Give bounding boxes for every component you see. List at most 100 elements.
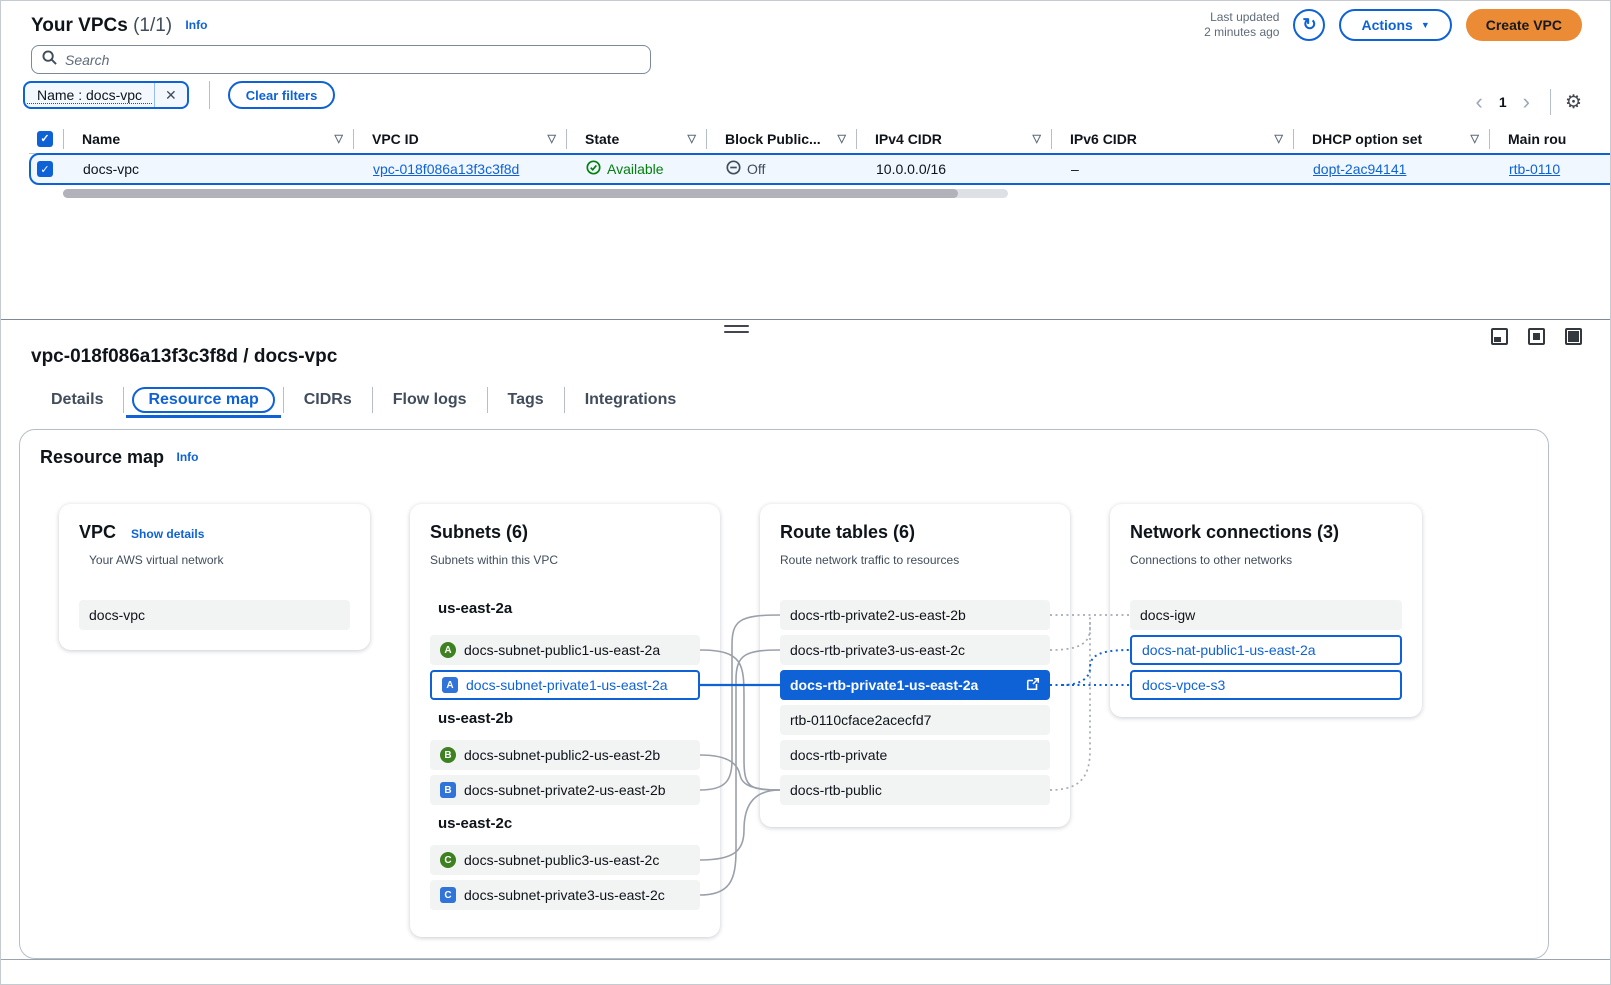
route-table-node[interactable]: docs-rtb-public: [780, 775, 1050, 805]
column-filter-icon[interactable]: ▽: [1275, 132, 1283, 145]
connection-node-igw[interactable]: docs-igw: [1130, 600, 1402, 630]
cell-dhcp-option-set: dopt-2ac94141: [1295, 161, 1491, 177]
route-table-node-selected[interactable]: docs-rtb-private1-us-east-2a: [780, 670, 1050, 700]
column-filter-icon[interactable]: ▽: [1471, 132, 1479, 145]
split-panel-title: vpc-018f086a13f3c3f8d / docs-vpc: [31, 346, 337, 368]
refresh-icon: ↻: [1302, 15, 1316, 35]
tab-cidrs[interactable]: CIDRs: [284, 391, 372, 409]
az-c-public-badge: C: [440, 852, 456, 868]
actions-button[interactable]: Actions ▼: [1339, 9, 1451, 41]
column-label: DHCP option set: [1312, 131, 1422, 147]
column-label: Main rou: [1508, 131, 1566, 147]
table-settings-gear-icon[interactable]: ⚙: [1565, 91, 1582, 114]
off-status-icon: [726, 160, 741, 178]
route-table-node[interactable]: docs-rtb-private2-us-east-2b: [780, 600, 1050, 630]
info-link[interactable]: Info: [185, 18, 207, 32]
main-route-link[interactable]: rtb-0110: [1509, 161, 1560, 177]
route-table-node[interactable]: docs-rtb-private: [780, 740, 1050, 770]
previous-page-icon[interactable]: ‹: [1470, 92, 1489, 112]
cell-state: Available: [568, 160, 708, 178]
resource-map-info-link[interactable]: Info: [177, 450, 199, 464]
filter-token-separator: [154, 81, 155, 109]
subnet-label: docs-subnet-public2-us-east-2b: [464, 747, 660, 763]
subnet-node-public1[interactable]: A docs-subnet-public1-us-east-2a: [430, 635, 700, 665]
subnet-label: docs-subnet-private1-us-east-2a: [466, 677, 668, 693]
vpc-id-link[interactable]: vpc-018f086a13f3c3f8d: [373, 161, 519, 177]
column-label: Block Public...: [725, 131, 821, 147]
column-label: IPv6 CIDR: [1070, 131, 1137, 147]
subnet-node-private2[interactable]: B docs-subnet-private2-us-east-2b: [430, 775, 700, 805]
column-header-name[interactable]: Name ▽: [63, 129, 353, 149]
available-status-icon: [586, 160, 601, 178]
filter-token: Name : docs-vpc ✕: [23, 81, 189, 109]
horizontal-scrollbar-thumb[interactable]: [63, 189, 958, 198]
column-label: State: [585, 131, 619, 147]
column-header-ipv4-cidr[interactable]: IPv4 CIDR ▽: [856, 129, 1051, 149]
column-filter-icon[interactable]: ▽: [688, 132, 696, 145]
page-number[interactable]: 1: [1495, 94, 1511, 110]
select-all-checkbox[interactable]: ✓: [37, 131, 53, 147]
column-header-vpc-id[interactable]: VPC ID ▽: [353, 129, 566, 149]
panel-position-side-icon[interactable]: [1528, 328, 1545, 345]
subnet-node-private1-selected[interactable]: A docs-subnet-private1-us-east-2a: [430, 670, 700, 700]
network-connections-card-title: Network connections (3): [1110, 504, 1422, 543]
create-vpc-button[interactable]: Create VPC: [1466, 9, 1582, 41]
az-a-public-badge: A: [440, 642, 456, 658]
column-filter-icon[interactable]: ▽: [1033, 132, 1041, 145]
filter-token-close-icon[interactable]: ✕: [155, 87, 187, 104]
column-header-dhcp-option-set[interactable]: DHCP option set ▽: [1293, 129, 1489, 149]
tab-tags[interactable]: Tags: [488, 391, 564, 409]
az-b-private-badge: B: [440, 782, 456, 798]
horizontal-scrollbar-track[interactable]: [63, 189, 1008, 198]
column-header-state[interactable]: State ▽: [566, 129, 706, 149]
refresh-button[interactable]: ↻: [1293, 9, 1325, 41]
filter-token-label[interactable]: Name : docs-vpc: [27, 87, 152, 104]
vpc-card-subtitle: Your AWS virtual network: [59, 543, 370, 567]
split-panel-drag-handle-icon[interactable]: [724, 325, 749, 337]
route-table-node[interactable]: docs-rtb-private3-us-east-2c: [780, 635, 1050, 665]
connection-node-vpce-highlighted[interactable]: docs-vpce-s3: [1130, 670, 1402, 700]
column-filter-icon[interactable]: ▽: [335, 132, 343, 145]
column-header-main-route[interactable]: Main rou: [1489, 129, 1610, 149]
page-title: Your VPCs (1/1) Info: [31, 15, 207, 37]
subnet-label: docs-subnet-private3-us-east-2c: [464, 887, 665, 903]
table-header: ✓ Name ▽ VPC ID ▽ State ▽ Block Public..…: [29, 124, 1610, 154]
search-icon: [42, 50, 57, 70]
subnet-node-public3[interactable]: C docs-subnet-public3-us-east-2c: [430, 845, 700, 875]
tab-resource-map[interactable]: Resource map: [132, 387, 274, 413]
external-link-icon[interactable]: [1026, 677, 1040, 694]
search-input[interactable]: [65, 52, 640, 68]
search-box[interactable]: [31, 45, 651, 74]
tab-details[interactable]: Details: [31, 391, 123, 409]
subnet-node-public2[interactable]: B docs-subnet-public2-us-east-2b: [430, 740, 700, 770]
column-header-ipv6-cidr[interactable]: IPv6 CIDR ▽: [1051, 129, 1293, 149]
route-table-label: docs-rtb-private1-us-east-2a: [790, 677, 978, 693]
cell-name: docs-vpc: [65, 161, 355, 177]
create-vpc-label: Create VPC: [1486, 17, 1562, 33]
column-header-block-public[interactable]: Block Public... ▽: [706, 129, 856, 149]
tab-flow-logs[interactable]: Flow logs: [373, 391, 487, 409]
cell-main-route: rtb-0110: [1491, 161, 1611, 177]
az-b-public-badge: B: [440, 747, 456, 763]
table-row[interactable]: ✓ docs-vpc vpc-018f086a13f3c3f8d Availab…: [29, 153, 1611, 185]
dhcp-option-set-link[interactable]: dopt-2ac94141: [1313, 161, 1406, 177]
column-filter-icon[interactable]: ▽: [838, 132, 846, 145]
next-page-icon[interactable]: ›: [1517, 92, 1536, 112]
caret-down-icon: ▼: [1421, 20, 1430, 30]
clear-filters-button[interactable]: Clear filters: [228, 81, 336, 109]
subnet-node-private3[interactable]: C docs-subnet-private3-us-east-2c: [430, 880, 700, 910]
panel-position-bottom-icon[interactable]: [1491, 328, 1508, 345]
row-select-cell: ✓: [31, 161, 65, 177]
subnets-card: Subnets (6) Subnets within this VPC us-e…: [410, 504, 720, 937]
column-filter-icon[interactable]: ▽: [548, 132, 556, 145]
route-table-node[interactable]: rtb-0110cface2acecfd7: [780, 705, 1050, 735]
tab-integrations[interactable]: Integrations: [565, 391, 697, 409]
split-panel-divider[interactable]: [1, 319, 1610, 320]
show-details-link[interactable]: Show details: [131, 527, 204, 541]
last-updated-value: 2 minutes ago: [1204, 25, 1279, 40]
vpc-node[interactable]: docs-vpc: [79, 600, 350, 630]
row-checkbox[interactable]: ✓: [37, 161, 53, 177]
panel-fullscreen-icon[interactable]: [1565, 328, 1582, 345]
connection-node-nat-highlighted[interactable]: docs-nat-public1-us-east-2a: [1130, 635, 1402, 665]
vpc-card-title-text: VPC: [79, 522, 116, 542]
